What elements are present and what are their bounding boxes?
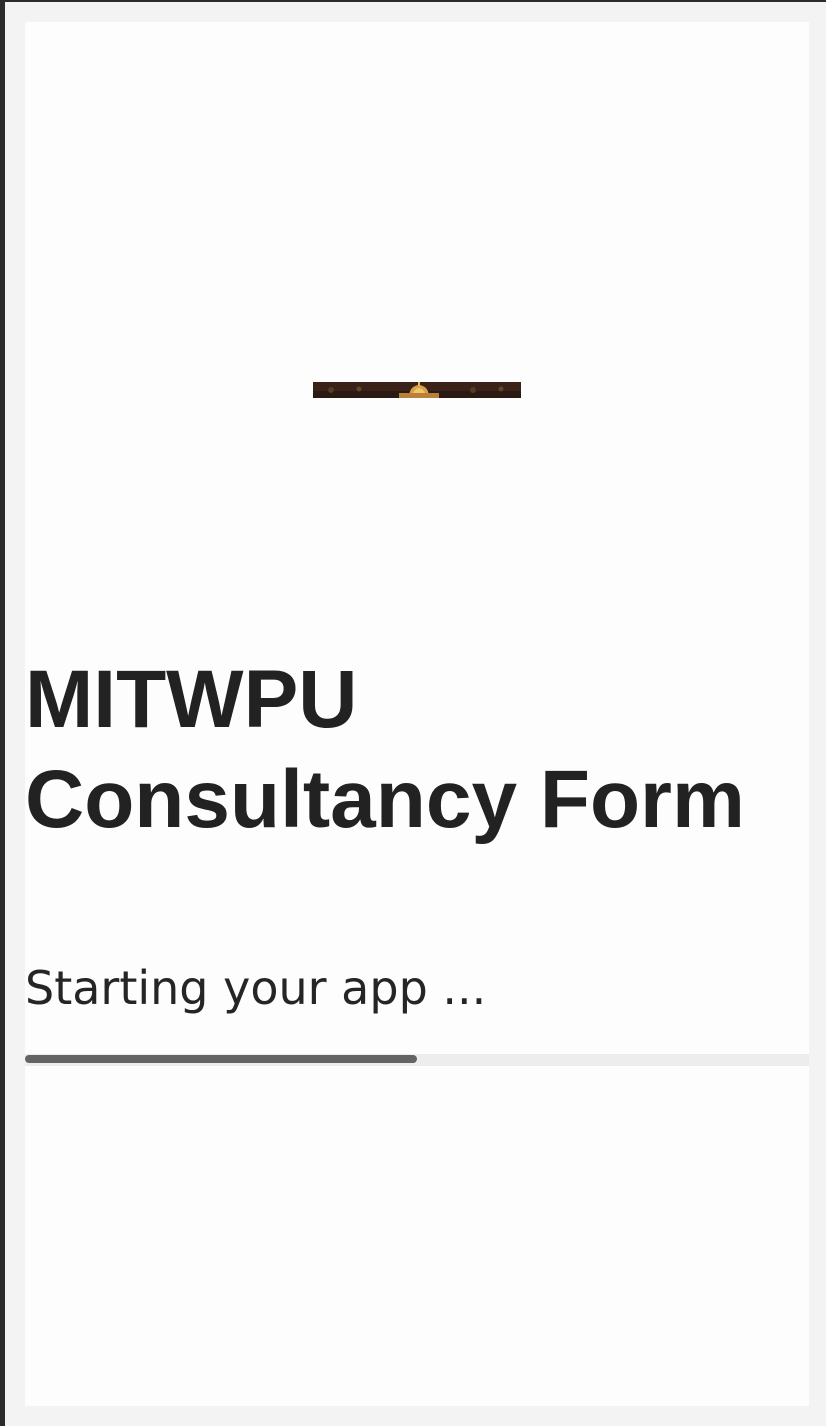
loading-status-text: Starting your app ...: [25, 961, 487, 1015]
loading-progress-bar: [25, 1054, 809, 1066]
window-top-border: [0, 0, 826, 2]
loading-progress-fill: [25, 1055, 417, 1063]
splash-logo-image: [313, 382, 521, 398]
dome-building-graphic: [313, 382, 521, 398]
splash-screen: MITWPU Consultancy Form Starting your ap…: [25, 22, 809, 1406]
app-title: MITWPU Consultancy Form: [25, 650, 809, 850]
window-left-border: [0, 0, 5, 1426]
app-title-line1: MITWPU: [25, 654, 358, 745]
app-title-line2: Consultancy Form: [25, 754, 745, 845]
